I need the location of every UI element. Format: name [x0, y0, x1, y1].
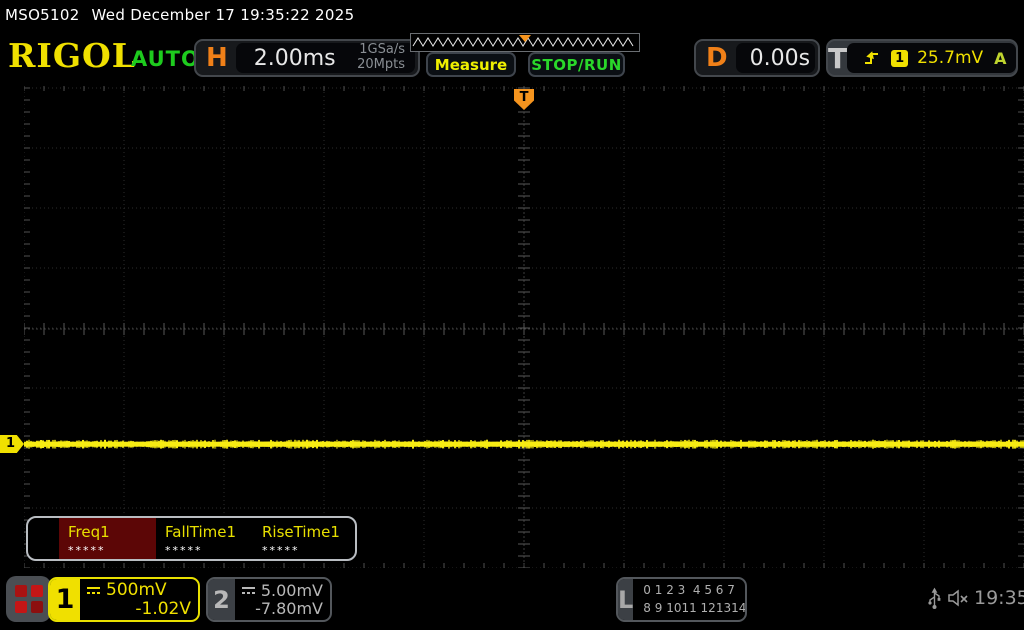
horizontal-timebase-box[interactable]: H 2.00ms 1GSa/s 20Mpts	[194, 39, 420, 77]
waveform-preview-bar[interactable]	[410, 33, 640, 52]
delay-box[interactable]: D 0.00s	[694, 39, 820, 77]
ch1-ground-marker[interactable]: 1	[0, 435, 24, 453]
trigger-box[interactable]: T 1 25.7mV A	[826, 39, 1018, 77]
measurement-panel: Freq1 ***** FallTime1 ***** RiseTime1 **…	[26, 516, 357, 561]
rising-edge-icon	[865, 51, 879, 64]
measurement-label: Freq1	[68, 523, 110, 541]
preview-position-marker[interactable]	[519, 35, 531, 42]
acquisition-mode-indicator: AUTO	[131, 47, 200, 71]
channel-1-scale: 500mV	[106, 579, 167, 600]
logic-channels-box[interactable]: L 0 1 2 3 4 5 6 7 8 9 1011 12131415	[616, 577, 747, 622]
trigger-level-value: 25.7mV	[917, 48, 984, 68]
model-name: MSO5102	[5, 6, 80, 24]
rigol-logo: RIGOL	[8, 36, 136, 75]
memory-depth: 20Mpts	[357, 57, 405, 72]
red-grid-icon	[14, 585, 43, 613]
measurement-value: *****	[165, 544, 203, 557]
measurement-label: FallTime1	[165, 523, 237, 541]
channel-1-offset: -1.02V	[135, 598, 191, 619]
stop-run-button[interactable]: STOP/RUN	[528, 52, 625, 77]
measure-button[interactable]: Measure	[426, 52, 516, 77]
logic-row-1: 0 1 2 3 4 5 6 7	[643, 583, 735, 598]
channel-2-number: 2	[208, 579, 235, 620]
sample-rate: 1GSa/s	[359, 42, 405, 58]
channel-1-box[interactable]: 1 500mV -1.02V	[48, 577, 200, 622]
horizontal-label: H	[206, 43, 228, 73]
measurement-risetime1[interactable]: RiseTime1 *****	[253, 518, 350, 559]
measurement-value: *****	[68, 544, 106, 557]
delay-label: D	[706, 43, 728, 73]
usb-icon	[928, 587, 941, 609]
trigger-source-badge: 1	[891, 49, 909, 67]
title-bar: MSO5102 Wed December 17 19:35:22 2025	[5, 6, 354, 24]
logic-label: L	[618, 579, 634, 620]
dc-coupling-icon	[241, 587, 255, 595]
measurement-label: RiseTime1	[262, 523, 340, 541]
delay-value: 0.00s	[749, 45, 811, 71]
measure-menu-button[interactable]	[6, 576, 51, 622]
speaker-muted-icon[interactable]	[947, 588, 971, 608]
timebase-value: 2.00ms	[253, 45, 336, 71]
channel-2-offset: -7.80mV	[255, 598, 323, 618]
graticule	[24, 86, 1024, 568]
acquisition-info: 1GSa/s 20Mpts	[357, 42, 405, 73]
channel-1-number: 1	[50, 579, 80, 620]
trigger-sweep-mode: A	[994, 48, 1007, 68]
datetime: Wed December 17 19:35:22 2025	[91, 6, 355, 24]
measurement-freq1[interactable]: Freq1 *****	[59, 518, 156, 559]
clock: 19:35	[974, 587, 1024, 609]
measurement-value: *****	[262, 544, 300, 557]
dc-coupling-icon	[87, 586, 100, 594]
measurement-falltime1[interactable]: FallTime1 *****	[156, 518, 253, 559]
trigger-label: T	[828, 41, 848, 75]
channel-2-box[interactable]: 2 5.00mV -7.80mV	[206, 577, 332, 622]
logic-row-2: 8 9 1011 12131415	[643, 600, 747, 615]
channel-2-scale: 5.00mV	[260, 580, 323, 600]
